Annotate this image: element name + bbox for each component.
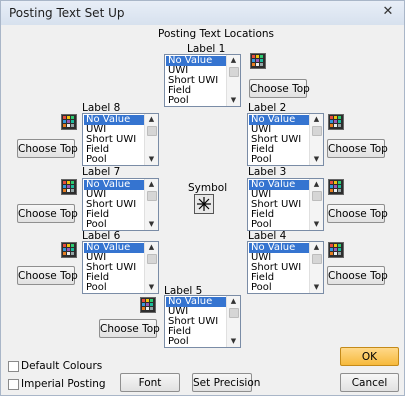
label-1-choose-top-button[interactable]: Choose Top — [249, 79, 310, 98]
scroll-up-icon[interactable]: ▲ — [227, 55, 240, 66]
label-2-grid-icon[interactable] — [328, 114, 344, 130]
label-5-grid-icon[interactable] — [140, 297, 156, 313]
label-4-grid-icon[interactable] — [328, 242, 344, 258]
scroll-down-icon[interactable]: ▼ — [310, 282, 323, 293]
label-4-choose-top-button[interactable]: Choose Top — [327, 266, 388, 285]
listbox-items: No Value UWI Short UWI Field Pool — [249, 180, 309, 230]
scroll-down-icon[interactable]: ▼ — [310, 154, 323, 165]
label-6-listbox[interactable]: No Value UWI Short UWI Field Pool ▲ ▼ — [82, 241, 159, 294]
asterisk-symbol-icon[interactable] — [194, 194, 214, 214]
scroll-thumb[interactable] — [312, 254, 322, 264]
label-8-choose-top-button[interactable]: Choose Top — [17, 139, 78, 158]
scroll-down-icon[interactable]: ▼ — [145, 282, 158, 293]
label-5-listbox[interactable]: No Value UWI Short UWI Field Pool ▲ ▼ — [164, 295, 241, 348]
label-6-choose-top-button[interactable]: Choose Top — [17, 266, 78, 285]
cancel-button[interactable]: Cancel — [340, 373, 399, 392]
listbox-items: No Value UWI Short UWI Field Pool — [84, 115, 144, 165]
label-1-grid-icon[interactable] — [250, 53, 266, 69]
scroll-down-icon[interactable]: ▼ — [310, 219, 323, 230]
section-title: Posting Text Locations — [158, 28, 274, 40]
list-item[interactable]: Pool — [84, 283, 144, 293]
scroll-down-icon[interactable]: ▼ — [145, 219, 158, 230]
label-2-choose-top-button[interactable]: Choose Top — [327, 139, 388, 158]
label-7-listbox[interactable]: No Value UWI Short UWI Field Pool ▲ ▼ — [82, 178, 159, 231]
scroll-up-icon[interactable]: ▲ — [145, 242, 158, 253]
ok-button[interactable]: OK — [340, 347, 399, 366]
label-2-listbox[interactable]: No Value UWI Short UWI Field Pool ▲ ▼ — [247, 113, 324, 166]
font-button[interactable]: Font — [120, 373, 180, 392]
default-colours-checkbox[interactable] — [8, 361, 19, 372]
listbox-items: No Value UWI Short UWI Field Pool — [249, 243, 309, 293]
listbox-scrollbar[interactable]: ▲ ▼ — [144, 242, 158, 293]
label-4-listbox[interactable]: No Value UWI Short UWI Field Pool ▲ ▼ — [247, 241, 324, 294]
close-icon[interactable]: ✕ — [378, 3, 398, 21]
posting-text-setup-dialog: Posting Text Set Up ✕ Posting Text Locat… — [0, 0, 405, 396]
listbox-scrollbar[interactable]: ▲ ▼ — [226, 296, 240, 347]
label-7-caption: Label 7 — [82, 166, 121, 178]
label-5-choose-top-button[interactable]: Choose Top — [99, 319, 160, 338]
label-3-grid-icon[interactable] — [328, 179, 344, 195]
listbox-items: No Value UWI Short UWI Field Pool — [166, 297, 226, 347]
list-item[interactable]: Pool — [249, 220, 309, 230]
label-3-caption: Label 3 — [248, 166, 287, 178]
scroll-up-icon[interactable]: ▲ — [145, 114, 158, 125]
scroll-thumb[interactable] — [229, 308, 239, 318]
imperial-posting-checkbox[interactable] — [8, 379, 19, 390]
dialog-title: Posting Text Set Up — [9, 6, 125, 20]
scroll-thumb[interactable] — [229, 67, 239, 77]
listbox-items: No Value UWI Short UWI Field Pool — [84, 180, 144, 230]
scroll-thumb[interactable] — [312, 191, 322, 201]
listbox-items: No Value UWI Short UWI Field Pool — [84, 243, 144, 293]
listbox-scrollbar[interactable]: ▲ ▼ — [309, 242, 323, 293]
listbox-scrollbar[interactable]: ▲ ▼ — [309, 179, 323, 230]
scroll-up-icon[interactable]: ▲ — [145, 179, 158, 190]
listbox-items: No Value UWI Short UWI Field Pool — [166, 56, 226, 106]
scroll-thumb[interactable] — [312, 126, 322, 136]
scroll-up-icon[interactable]: ▲ — [310, 179, 323, 190]
set-precision-button[interactable]: Set Precision — [192, 373, 260, 392]
scroll-up-icon[interactable]: ▲ — [227, 296, 240, 307]
label-1-listbox[interactable]: No Value UWI Short UWI Field Pool ▲ ▼ — [164, 54, 241, 107]
imperial-posting-label: Imperial Posting — [21, 378, 106, 390]
list-item[interactable]: Pool — [166, 337, 226, 347]
scroll-up-icon[interactable]: ▲ — [310, 242, 323, 253]
default-colours-label: Default Colours — [21, 360, 103, 372]
list-item[interactable]: Pool — [249, 283, 309, 293]
listbox-items: No Value UWI Short UWI Field Pool — [249, 115, 309, 165]
symbol-caption: Symbol — [188, 182, 228, 194]
title-bar: Posting Text Set Up ✕ — [1, 1, 404, 25]
label-8-grid-icon[interactable] — [61, 114, 77, 130]
scroll-thumb[interactable] — [147, 191, 157, 201]
listbox-scrollbar[interactable]: ▲ ▼ — [144, 114, 158, 165]
scroll-thumb[interactable] — [147, 126, 157, 136]
list-item[interactable]: Pool — [249, 155, 309, 165]
listbox-scrollbar[interactable]: ▲ ▼ — [226, 55, 240, 106]
list-item[interactable]: Pool — [84, 155, 144, 165]
scroll-down-icon[interactable]: ▼ — [227, 336, 240, 347]
label-8-listbox[interactable]: No Value UWI Short UWI Field Pool ▲ ▼ — [82, 113, 159, 166]
label-6-grid-icon[interactable] — [61, 242, 77, 258]
label-7-grid-icon[interactable] — [61, 179, 77, 195]
list-item[interactable]: Pool — [166, 96, 226, 106]
scroll-up-icon[interactable]: ▲ — [310, 114, 323, 125]
scroll-down-icon[interactable]: ▼ — [145, 154, 158, 165]
label-7-choose-top-button[interactable]: Choose Top — [17, 204, 78, 223]
scroll-thumb[interactable] — [147, 254, 157, 264]
listbox-scrollbar[interactable]: ▲ ▼ — [309, 114, 323, 165]
list-item[interactable]: Pool — [84, 220, 144, 230]
scroll-down-icon[interactable]: ▼ — [227, 95, 240, 106]
label-3-listbox[interactable]: No Value UWI Short UWI Field Pool ▲ ▼ — [247, 178, 324, 231]
label-3-choose-top-button[interactable]: Choose Top — [327, 204, 388, 223]
listbox-scrollbar[interactable]: ▲ ▼ — [144, 179, 158, 230]
